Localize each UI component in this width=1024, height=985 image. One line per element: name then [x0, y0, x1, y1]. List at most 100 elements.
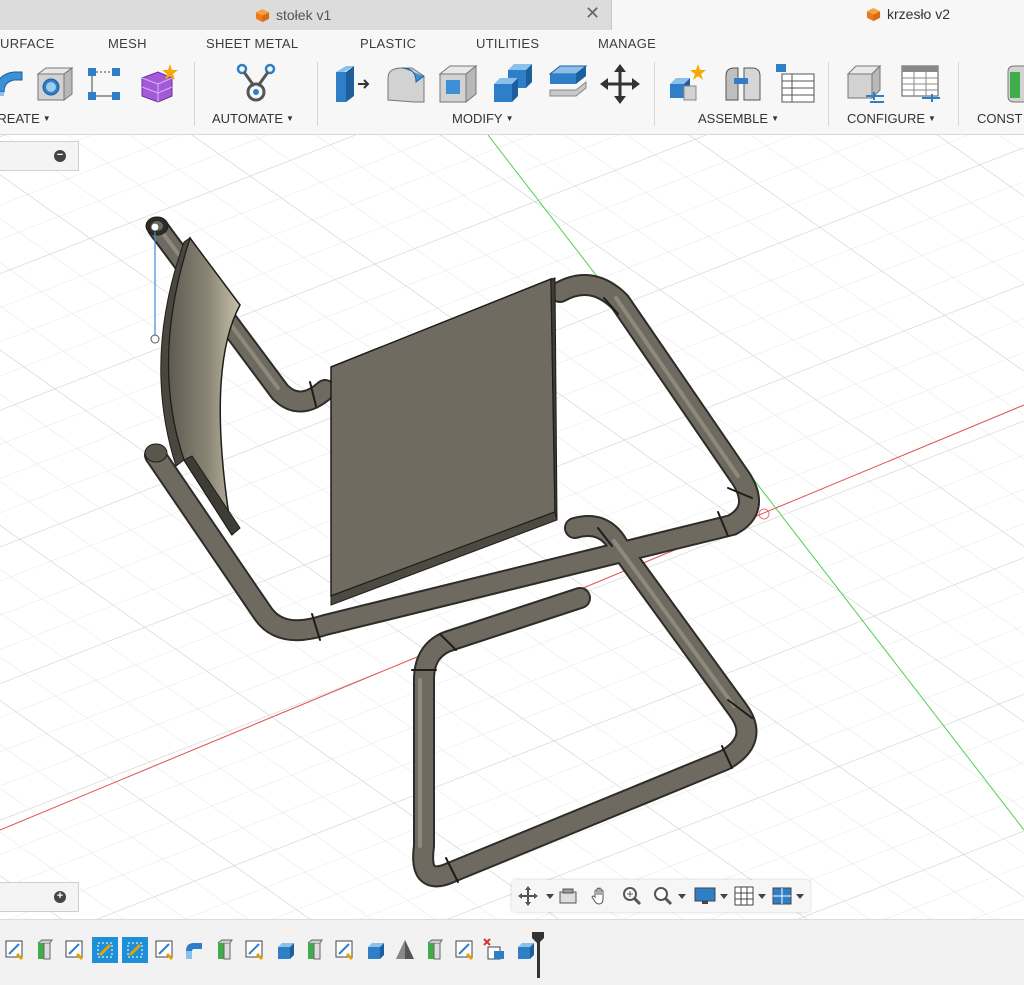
timeline-feature-box[interactable] [362, 937, 388, 963]
timeline-feature-sketch[interactable] [92, 937, 118, 963]
revolve-button[interactable] [0, 62, 32, 106]
form-icon [141, 64, 178, 103]
sketch-point[interactable] [150, 334, 160, 344]
construct-menu[interactable]: CONST [977, 111, 1023, 126]
zoom-icon [623, 887, 642, 906]
tab-surface[interactable]: URFACE [0, 36, 55, 51]
grid-settings-button[interactable] [734, 886, 770, 906]
fit-icon [654, 887, 686, 906]
hole-icon [36, 67, 74, 101]
sketch-icon [335, 940, 354, 961]
assemble-menu[interactable]: ASSEMBLE ▼ [698, 111, 779, 126]
offset-face-button[interactable] [546, 62, 590, 106]
browser-panel-collapsed[interactable]: − [0, 141, 79, 171]
pan-button[interactable] [590, 886, 610, 906]
look-at-button[interactable] [558, 886, 578, 906]
sketch-icon [5, 940, 24, 961]
timeline-feature-sketch[interactable] [332, 937, 358, 963]
combine-button[interactable] [492, 62, 536, 106]
pan-icon [591, 887, 604, 905]
timeline-feature-extrude[interactable] [212, 937, 238, 963]
viewports-icon [772, 887, 804, 905]
sketch-icon [245, 940, 264, 961]
comments-panel-collapsed[interactable]: + [0, 882, 79, 912]
document-tab-stolek[interactable]: stołek v1 ✕ [0, 0, 612, 30]
chevron-down-icon: ▼ [505, 114, 514, 123]
configure-button[interactable] [844, 62, 888, 106]
move-button[interactable] [598, 62, 642, 106]
timeline-feature-sketch[interactable] [452, 937, 478, 963]
sketch-constraints-button[interactable] [82, 62, 126, 106]
extrude-icon [307, 939, 323, 960]
document-tab-title: krzesło v2 [887, 6, 951, 22]
orbit-icon [518, 886, 554, 906]
automate-button[interactable] [234, 62, 278, 106]
revolve-icon [0, 71, 23, 96]
chevron-down-icon: ▼ [42, 114, 51, 123]
extrude-icon [37, 939, 53, 960]
sketch-point[interactable] [150, 222, 160, 232]
timeline-feature-sketch[interactable] [242, 937, 268, 963]
box-icon [368, 943, 384, 959]
timeline-feature-sketch[interactable] [62, 937, 88, 963]
document-tab-krzeslo[interactable]: krzesło v2 [612, 0, 1024, 30]
press-pull-button[interactable] [330, 62, 374, 106]
divider [654, 62, 655, 126]
viewports-button[interactable] [772, 886, 808, 906]
close-tab-icon[interactable]: ✕ [585, 3, 600, 24]
joint-button[interactable] [720, 62, 764, 106]
timeline-feature-extrude[interactable] [422, 937, 448, 963]
construct-plane-button[interactable] [1000, 62, 1024, 106]
sketch-constraint-icon [88, 68, 120, 100]
draft-icon [396, 940, 414, 959]
sketch-icon [65, 940, 84, 961]
fillet-button[interactable] [384, 62, 428, 106]
timeline-feature-sketch[interactable] [122, 937, 148, 963]
timeline-feature-delete-sketch[interactable] [482, 937, 508, 963]
shell-icon [438, 64, 478, 104]
navigation-bar [512, 880, 810, 912]
zoom-button[interactable] [622, 886, 642, 906]
expand-comments-button[interactable]: + [54, 891, 66, 903]
extrude-icon [217, 939, 233, 960]
canvas-viewport[interactable] [0, 135, 1024, 919]
bom-table-button[interactable] [774, 62, 818, 106]
display-settings-button[interactable] [694, 886, 730, 906]
tab-sheet-metal[interactable]: SHEET METAL [206, 36, 298, 51]
timeline-feature-sketch[interactable] [152, 937, 178, 963]
timeline-feature-extrude[interactable] [32, 937, 58, 963]
toolbar: URFACE MESH SHEET METAL PLASTIC UTILITIE… [0, 30, 1024, 135]
timeline-feature-extrude[interactable] [302, 937, 328, 963]
divider [317, 62, 318, 126]
model-canvas[interactable] [0, 135, 1024, 919]
orbit-button[interactable] [518, 886, 556, 906]
sketch-icon [127, 942, 143, 958]
timeline-feature-draft[interactable] [392, 937, 418, 963]
sweep-icon [186, 943, 202, 959]
tab-utilities[interactable]: UTILITIES [476, 36, 539, 51]
shell-button[interactable] [436, 62, 480, 106]
tab-plastic[interactable]: PLASTIC [360, 36, 416, 51]
configure-table-button[interactable] [898, 62, 942, 106]
timeline-feature-box[interactable] [272, 937, 298, 963]
divider [958, 62, 959, 126]
fit-button[interactable] [652, 886, 688, 906]
timeline-feature-sketch[interactable] [2, 937, 28, 963]
new-component-button[interactable] [666, 62, 710, 106]
create-menu[interactable]: CREATE▼ [0, 111, 51, 126]
sketch-icon [455, 940, 474, 961]
form-button[interactable] [136, 62, 180, 106]
modify-menu[interactable]: MODIFY ▼ [452, 111, 513, 126]
tab-mesh[interactable]: MESH [108, 36, 147, 51]
timeline-marker[interactable] [531, 930, 545, 978]
timeline-feature-sweep[interactable] [182, 937, 208, 963]
sketch-icon [97, 942, 113, 958]
tab-manage[interactable]: MANAGE [598, 36, 656, 51]
divider [828, 62, 829, 126]
modify-label: MODIFY [452, 111, 503, 126]
configure-menu[interactable]: CONFIGURE ▼ [847, 111, 936, 126]
automate-menu[interactable]: AUTOMATE ▼ [212, 111, 294, 126]
extrude-icon [427, 939, 443, 960]
collapse-browser-button[interactable]: − [54, 150, 66, 162]
hole-button[interactable] [32, 62, 76, 106]
